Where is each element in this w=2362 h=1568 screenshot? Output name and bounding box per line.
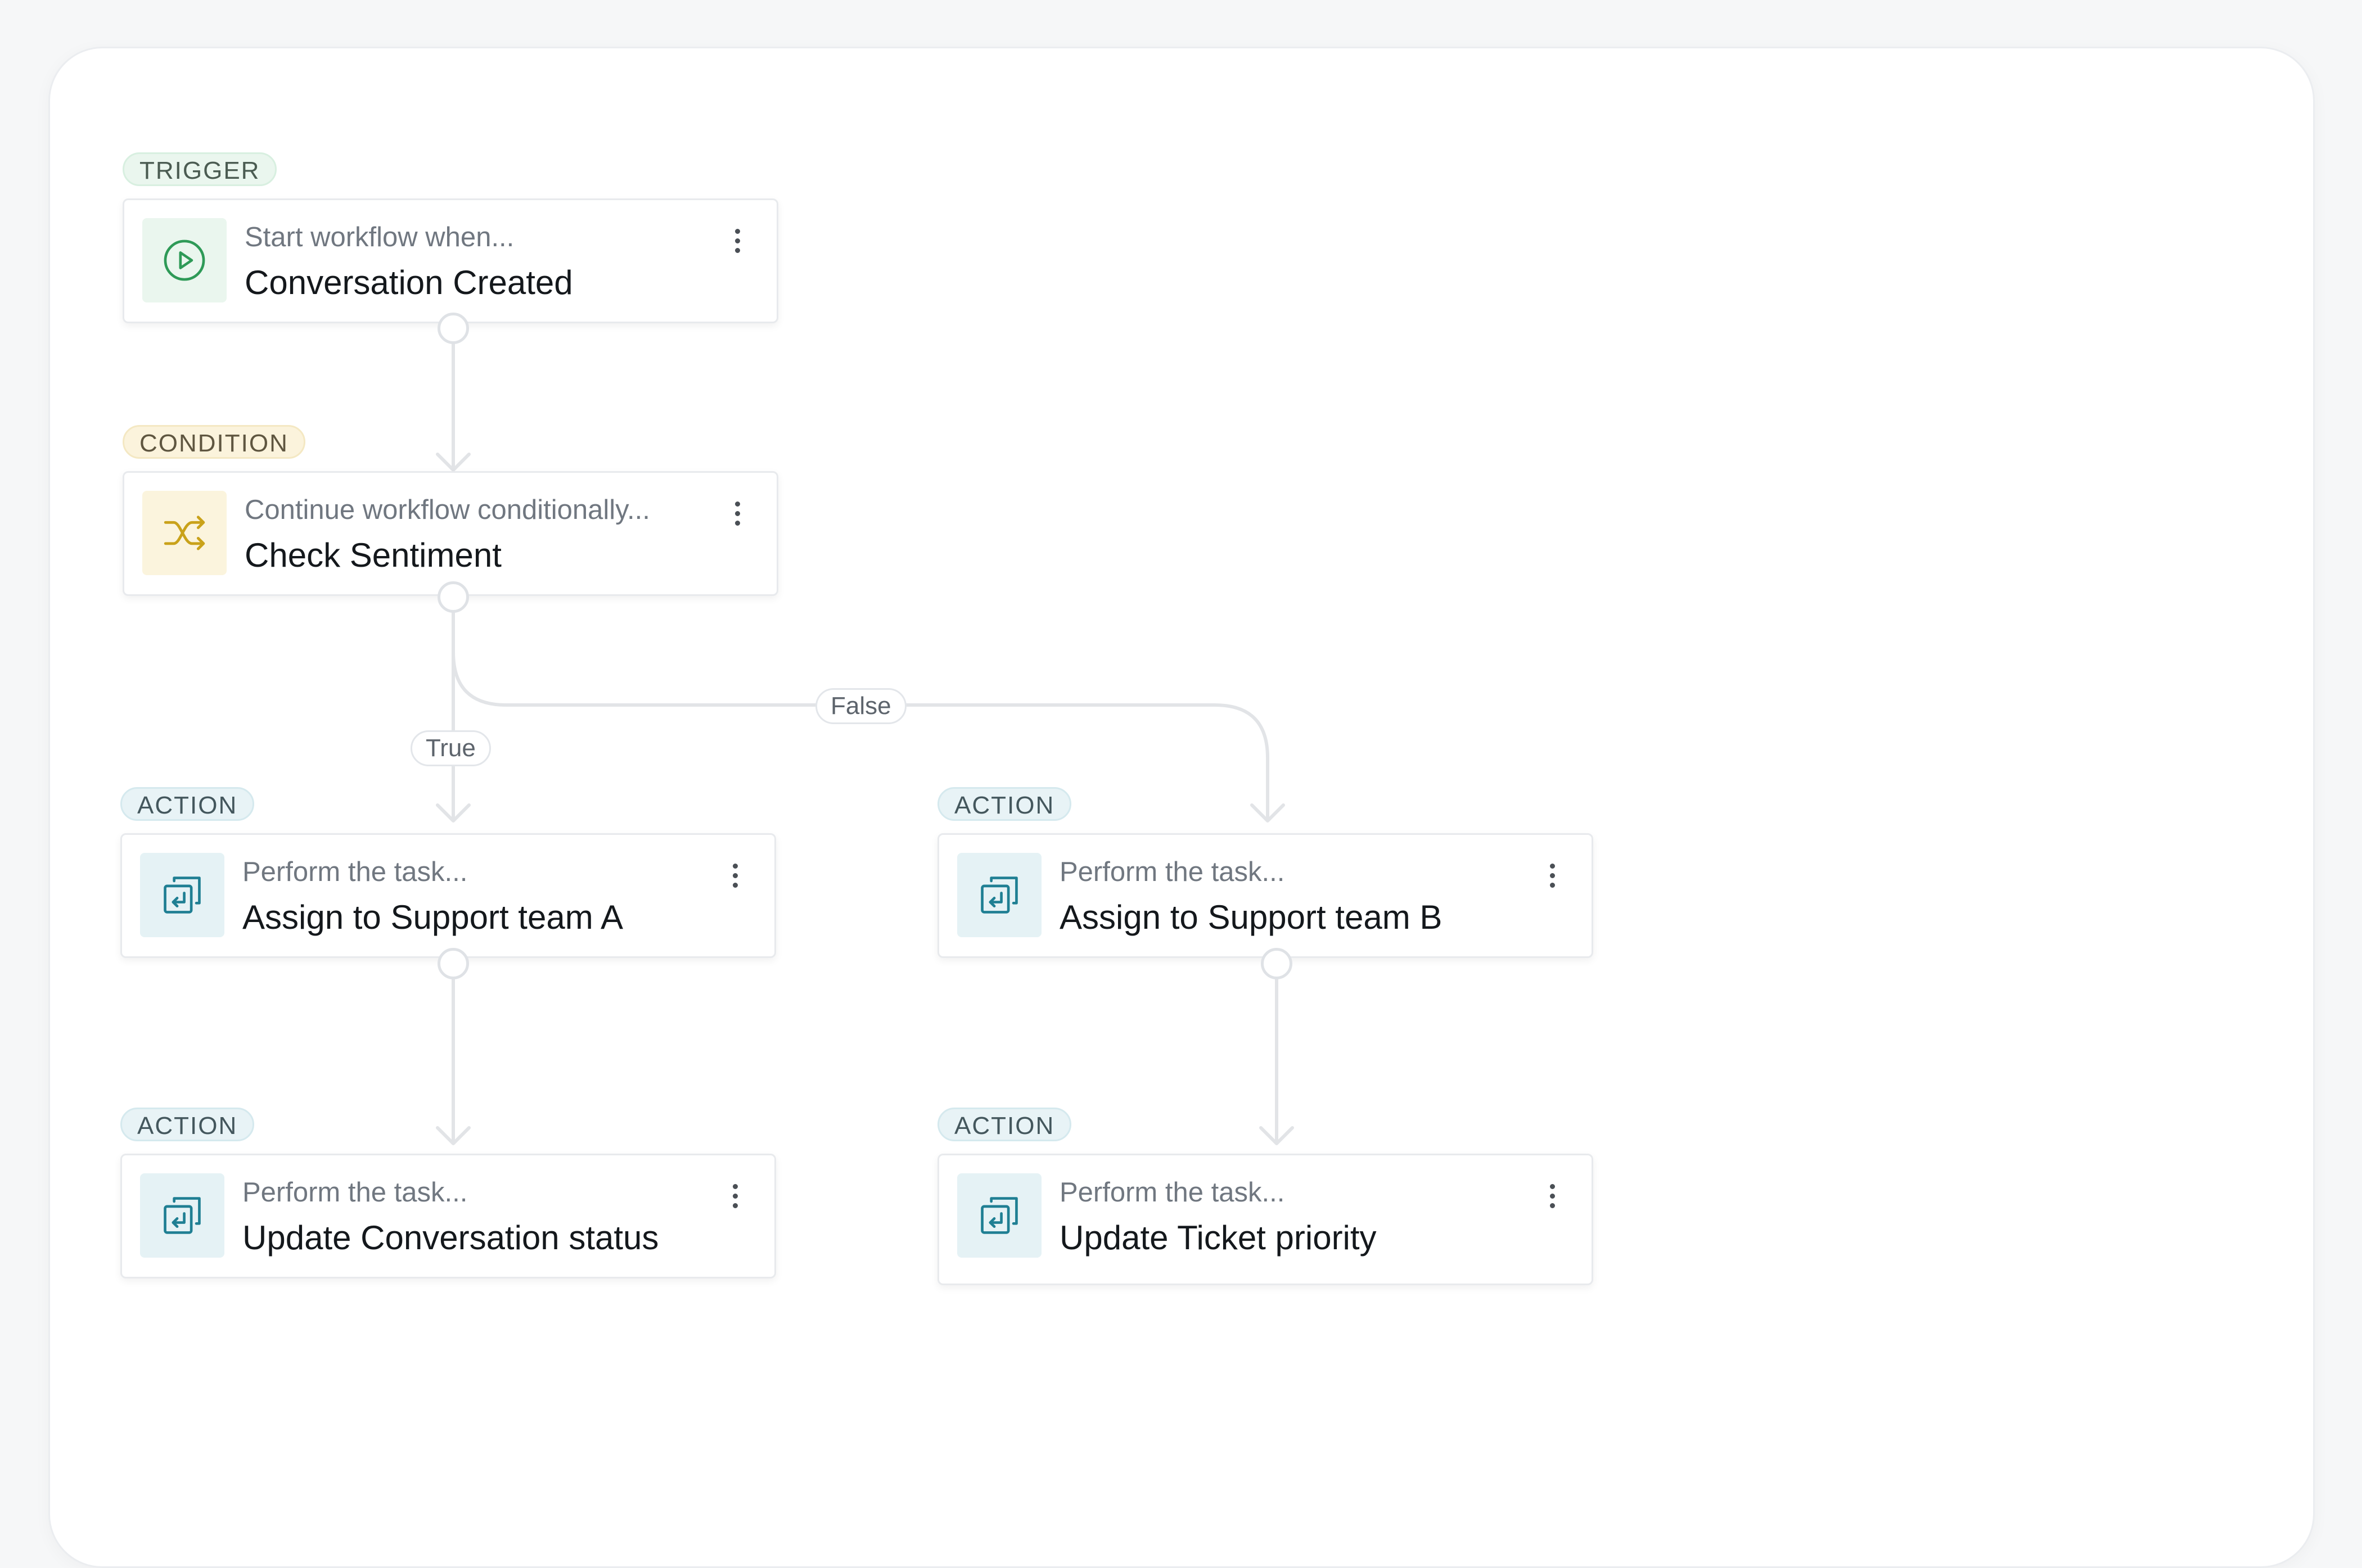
play-circle-icon (142, 218, 227, 302)
action-node-assign-team-b[interactable]: Perform the task... Assign to Support te… (937, 833, 1593, 958)
assign-return-icon (140, 1173, 224, 1258)
action-a-output-port[interactable] (438, 948, 469, 979)
condition-more-menu-icon[interactable] (726, 496, 749, 530)
action-d-subtitle: Perform the task... (1060, 1177, 1285, 1208)
action-b-tag: ACTION (937, 787, 1072, 821)
edge-label-false: False (815, 688, 907, 724)
trigger-output-port[interactable] (438, 313, 469, 344)
action-b-output-port[interactable] (1261, 948, 1292, 979)
action-b-more-menu-icon[interactable] (1541, 858, 1563, 892)
assign-return-icon (140, 853, 224, 937)
action-d-tag: ACTION (937, 1108, 1072, 1141)
action-b-subtitle: Perform the task... (1060, 857, 1285, 887)
condition-tag: CONDITION (123, 425, 305, 459)
action-a-tag: ACTION (120, 787, 255, 821)
condition-node[interactable]: Continue workflow conditionally... Check… (123, 471, 778, 596)
action-c-more-menu-icon[interactable] (724, 1179, 746, 1213)
assign-return-icon (957, 1173, 1042, 1258)
action-b-title: Assign to Support team B (1060, 898, 1443, 936)
action-d-title: Update Ticket priority (1060, 1219, 1377, 1257)
action-a-subtitle: Perform the task... (242, 857, 468, 887)
shuffle-icon (142, 491, 227, 575)
assign-return-icon (957, 853, 1042, 937)
condition-subtitle: Continue workflow conditionally... (245, 495, 650, 525)
action-a-more-menu-icon[interactable] (724, 858, 746, 892)
action-a-title: Assign to Support team A (242, 898, 624, 936)
action-node-update-ticket-priority[interactable]: Perform the task... Update Ticket priori… (937, 1154, 1593, 1285)
action-c-subtitle: Perform the task... (242, 1177, 468, 1208)
condition-output-port[interactable] (438, 581, 469, 613)
action-c-tag: ACTION (120, 1108, 255, 1141)
condition-title: Check Sentiment (245, 536, 502, 574)
trigger-subtitle: Start workflow when... (245, 222, 515, 252)
edge-label-true: True (411, 730, 491, 766)
trigger-node[interactable]: Start workflow when... Conversation Crea… (123, 198, 778, 323)
action-node-update-conversation-status[interactable]: Perform the task... Update Conversation … (120, 1154, 776, 1278)
action-node-assign-team-a[interactable]: Perform the task... Assign to Support te… (120, 833, 776, 958)
trigger-title: Conversation Created (245, 264, 573, 301)
action-d-more-menu-icon[interactable] (1541, 1179, 1563, 1213)
trigger-tag: TRIGGER (123, 152, 277, 186)
action-c-title: Update Conversation status (242, 1219, 659, 1257)
trigger-more-menu-icon[interactable] (726, 224, 749, 257)
